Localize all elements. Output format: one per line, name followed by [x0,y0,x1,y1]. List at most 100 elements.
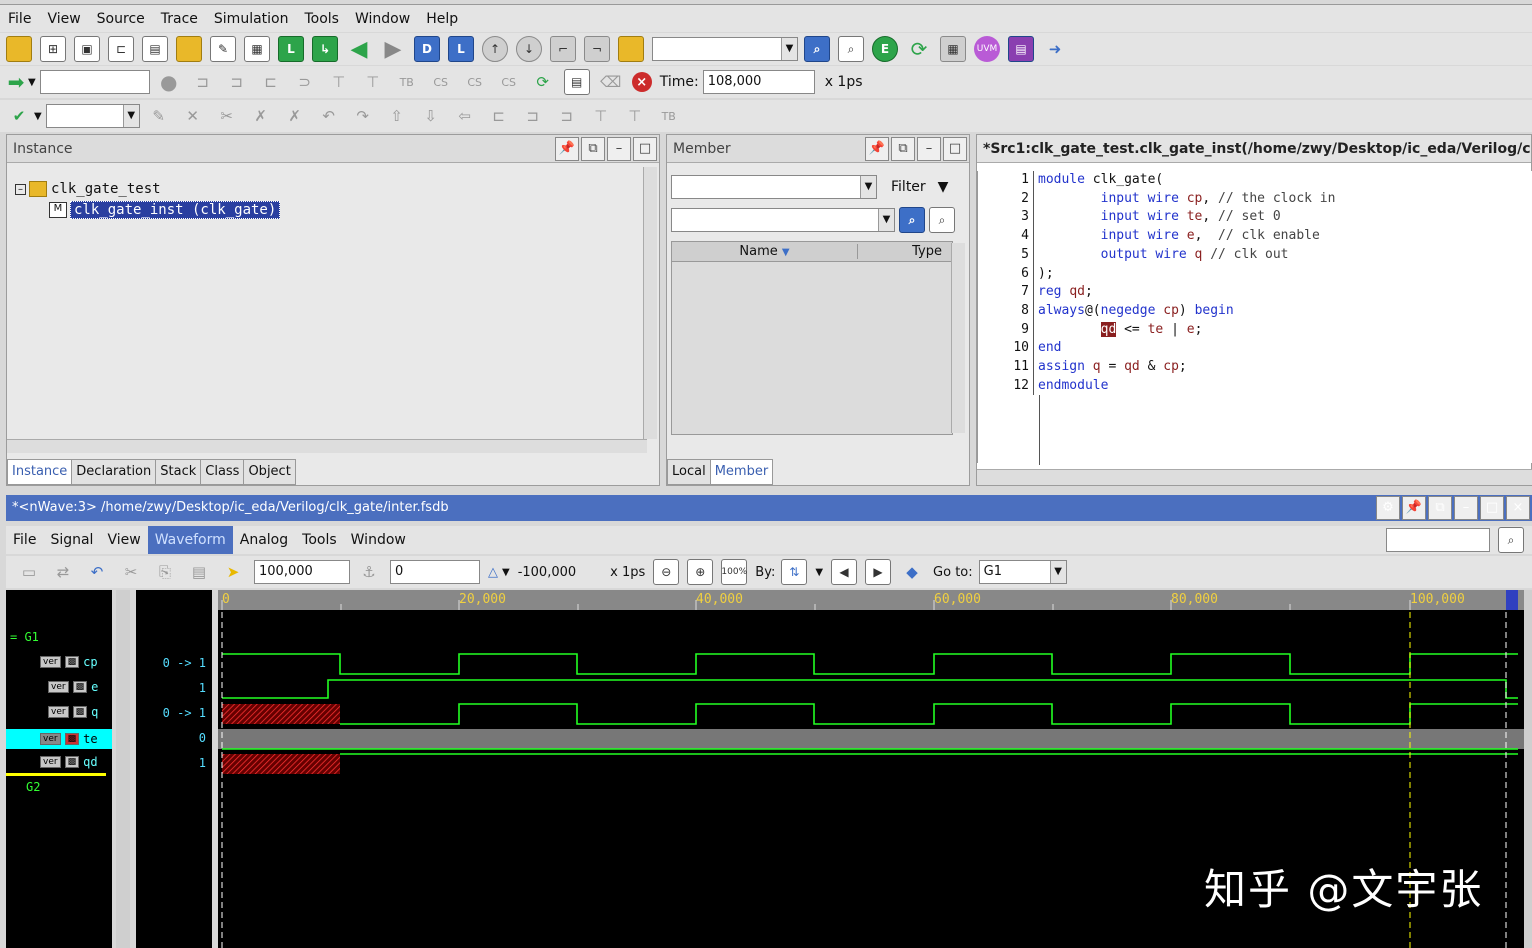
tab-class[interactable]: Class [200,459,245,485]
sim-input[interactable] [39,70,150,94]
menu-simulation[interactable]: Simulation [206,5,297,33]
grid-icon[interactable]: ▦ [940,36,966,62]
up-icon[interactable]: ↑ [482,36,508,62]
tool4-icon[interactable]: ✗ [248,103,274,129]
undock-icon[interactable]: ⧉ [581,137,605,161]
tool2-icon[interactable]: ✕ [180,103,206,129]
member-minimize-icon[interactable]: – [917,137,941,161]
signal-qd[interactable]: ver ▩ qd [40,755,98,769]
export-icon[interactable]: ▤ [563,69,590,95]
nwave-menu-tools[interactable]: Tools [295,526,344,554]
nwave-menu-window[interactable]: Window [344,526,413,554]
member-pin-icon[interactable]: 📌 [865,137,889,161]
member-find-icon[interactable]: ⌕ [929,207,955,233]
hierarchy-icon[interactable]: ⊞ [40,36,66,62]
back-icon[interactable]: ⇦ [452,103,478,129]
down-icon[interactable]: ↓ [516,36,542,62]
member-maximize-icon[interactable]: □ [943,137,967,161]
apps-icon[interactable]: ▤ [1008,36,1034,62]
step-icon-2[interactable]: ⊏ [486,103,512,129]
step-icon-6[interactable]: ⊤ [622,103,648,129]
step-into-icon[interactable]: ⊏ [258,69,284,95]
member-search-input[interactable]: ▼ [671,208,895,232]
step-icon-3[interactable]: ⊐ [520,103,546,129]
nwave-search-input[interactable] [1386,528,1490,552]
driver-icon[interactable]: D [414,36,440,62]
menu-view[interactable]: View [39,5,88,33]
menu-tools[interactable]: Tools [296,5,347,33]
cs-icon[interactable]: CS [428,69,454,95]
tree-child[interactable]: M clk_gate_inst (clk_gate) [49,201,281,219]
sync-icon[interactable]: ⟳ [530,69,556,95]
search-combo[interactable]: ▼ [652,37,798,61]
forward-arrow-icon[interactable]: ▶ [380,36,406,62]
nwave-paste-icon[interactable]: ▤ [186,559,212,585]
trace-driver-icon[interactable]: ↳ [312,36,338,62]
nwave-search-icon[interactable]: ⌕ [1498,527,1524,553]
nwave-menu-file[interactable]: File [6,526,43,554]
member-search-icon[interactable]: ⌕ [899,207,925,233]
member-vscroll[interactable] [951,243,965,433]
tool1-icon[interactable]: ✎ [146,103,172,129]
group-g1[interactable]: = G1 [10,630,39,644]
nwave-undo-icon[interactable]: ↶ [84,559,110,585]
back-arrow-icon[interactable]: ◀ [346,36,372,62]
nwave-undock-icon[interactable]: ⧉ [1428,496,1452,520]
checkpoint-combo[interactable]: ▼ [45,104,140,128]
nwave-menu-waveform[interactable]: Waveform [147,526,233,554]
close-circle-icon[interactable]: × [631,72,652,92]
zoom-fit-icon[interactable]: 100% [721,559,748,585]
folder-icon[interactable] [176,36,202,62]
step-icon[interactable]: ⊐ [190,69,216,95]
tool5-icon[interactable]: ✗ [282,103,308,129]
tab-stack[interactable]: Stack [155,459,202,485]
save-icon[interactable]: ▦ [244,36,270,62]
load-icon[interactable]: L [448,36,474,62]
nwave-settings-icon[interactable]: ⚙ [1376,496,1400,520]
col-name[interactable]: Name ▼ [672,244,858,259]
next-edge-icon[interactable]: ▶ [865,559,892,585]
e-circle-icon[interactable]: E [872,36,898,62]
cs3-icon[interactable]: CS [496,69,522,95]
refresh-icon[interactable]: ⟳ [906,36,932,62]
instance-hscroll[interactable] [7,439,647,453]
step-over-icon[interactable]: ⊐ [224,69,250,95]
delta-icon[interactable]: △ [488,565,498,580]
nwave-reload-icon[interactable]: ⇄ [50,559,76,585]
menu-trace[interactable]: Trace [153,5,206,33]
nwave-menu-view[interactable]: View [100,526,147,554]
step-t-icon[interactable]: ⊤ [360,69,386,95]
nwave-cut-icon[interactable]: ✂ [118,559,144,585]
nwave-maximize-icon[interactable]: □ [1480,496,1504,520]
book-icon[interactable] [618,36,644,62]
nwave-menu-analog[interactable]: Analog [233,526,295,554]
redo-icon[interactable]: ↷ [350,103,376,129]
cursor-time-input[interactable]: 100,000 [254,560,350,584]
cs2-icon[interactable]: CS [462,69,488,95]
tb-icon[interactable]: TB [394,69,420,95]
maximize-icon[interactable]: □ [633,137,657,161]
tab-object[interactable]: Object [243,459,296,485]
up-box-icon[interactable]: ⇧ [384,103,410,129]
tab-member[interactable]: Member [709,459,774,485]
zoom-in-icon[interactable]: ⊕ [687,559,714,585]
filter-dropdown-icon[interactable]: ▼ [938,179,949,195]
checkpoint-dropdown-icon[interactable]: ▼ [34,111,42,122]
menu-help[interactable]: Help [418,5,466,33]
signal-te[interactable]: ver ▩ te [6,729,112,749]
source-hscroll[interactable] [977,469,1532,485]
waveform-pane[interactable]: 0 20,000 40,000 60,000 80,000 100,000 知乎… [218,590,1524,948]
annotate-icon[interactable]: ◆ [899,559,925,585]
nwave-open-icon[interactable]: ▭ [16,559,42,585]
collapse-icon[interactable]: – [15,183,26,195]
run-icon[interactable]: ➡ [6,69,26,95]
time-input[interactable]: 108,000 [702,70,815,94]
signal-vscroll[interactable] [116,590,130,948]
group-g2[interactable]: G2 [26,780,40,794]
pin-icon[interactable]: 📌 [555,137,579,161]
open-folder-icon[interactable] [6,36,32,62]
marker-time-input[interactable]: 0 [390,560,480,584]
connect2-icon[interactable]: ¬ [584,36,610,62]
wave-vscroll[interactable] [1524,590,1532,948]
window-icon[interactable]: ▤ [142,36,168,62]
